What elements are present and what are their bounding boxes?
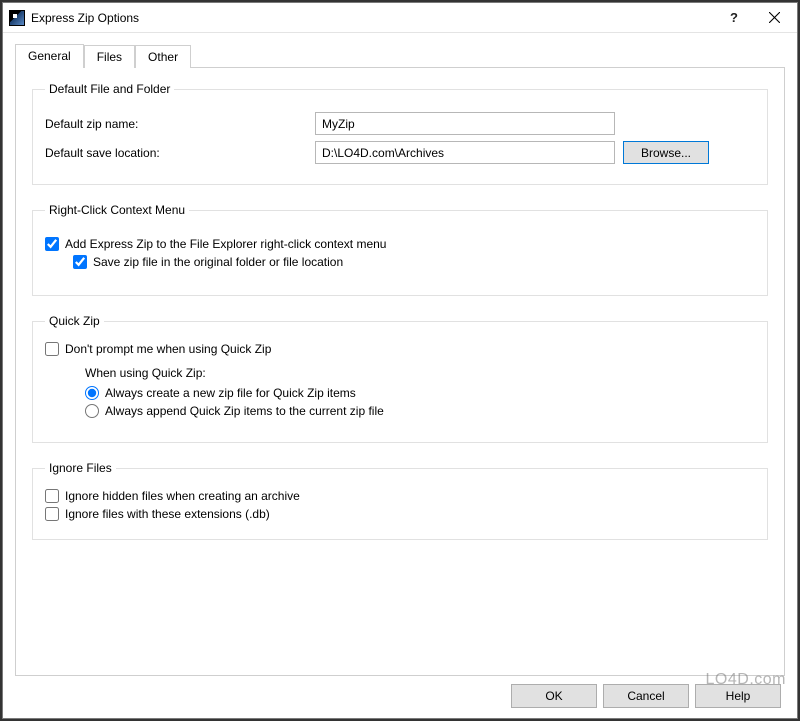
quick-zip-append-label: Always append Quick Zip items to the cur… — [105, 404, 384, 418]
quick-zip-new-label: Always create a new zip file for Quick Z… — [105, 386, 356, 400]
group-legend: Right-Click Context Menu — [45, 203, 189, 217]
default-save-location-input[interactable] — [315, 141, 615, 164]
ignore-extensions-checkbox[interactable] — [45, 507, 59, 521]
group-legend: Ignore Files — [45, 461, 116, 475]
quick-zip-new-radio[interactable] — [85, 386, 99, 400]
ok-button[interactable]: OK — [511, 684, 597, 708]
tab-general[interactable]: General — [15, 44, 84, 68]
add-context-menu-checkbox[interactable] — [45, 237, 59, 251]
titlebar-buttons: ? — [716, 3, 797, 32]
default-zip-name-input[interactable] — [315, 112, 615, 135]
ignore-hidden-checkbox[interactable] — [45, 489, 59, 503]
group-ignore-files: Ignore Files Ignore hidden files when cr… — [32, 461, 768, 540]
titlebar: Express Zip Options ? — [3, 3, 797, 33]
options-dialog: Express Zip Options ? General Files Othe… — [2, 2, 798, 719]
default-save-location-label: Default save location: — [45, 146, 315, 160]
group-context-menu: Right-Click Context Menu Add Express Zip… — [32, 203, 768, 296]
tabpanel-general: Default File and Folder Default zip name… — [15, 67, 785, 676]
dialog-footer: OK Cancel Help — [15, 676, 785, 710]
group-default-file-folder: Default File and Folder Default zip name… — [32, 82, 768, 185]
group-legend: Quick Zip — [45, 314, 104, 328]
app-icon — [9, 10, 25, 26]
close-icon[interactable] — [752, 3, 797, 32]
client-area: General Files Other Default File and Fol… — [3, 33, 797, 718]
when-using-quick-zip-label: When using Quick Zip: — [85, 366, 755, 380]
ignore-extensions-label: Ignore files with these extensions (.db) — [65, 507, 270, 521]
window-title: Express Zip Options — [31, 11, 716, 25]
add-context-menu-label: Add Express Zip to the File Explorer rig… — [65, 237, 386, 251]
quick-zip-append-radio[interactable] — [85, 404, 99, 418]
help-icon[interactable]: ? — [716, 3, 752, 32]
cancel-button[interactable]: Cancel — [603, 684, 689, 708]
browse-button[interactable]: Browse... — [623, 141, 709, 164]
save-original-location-checkbox[interactable] — [73, 255, 87, 269]
default-zip-name-label: Default zip name: — [45, 117, 315, 131]
help-button[interactable]: Help — [695, 684, 781, 708]
dont-prompt-checkbox[interactable] — [45, 342, 59, 356]
ignore-hidden-label: Ignore hidden files when creating an arc… — [65, 489, 300, 503]
group-legend: Default File and Folder — [45, 82, 174, 96]
group-quick-zip: Quick Zip Don't prompt me when using Qui… — [32, 314, 768, 443]
tab-files[interactable]: Files — [84, 45, 135, 68]
tab-other[interactable]: Other — [135, 45, 191, 68]
dont-prompt-label: Don't prompt me when using Quick Zip — [65, 342, 271, 356]
tabstrip: General Files Other — [15, 43, 785, 67]
save-original-location-label: Save zip file in the original folder or … — [93, 255, 343, 269]
